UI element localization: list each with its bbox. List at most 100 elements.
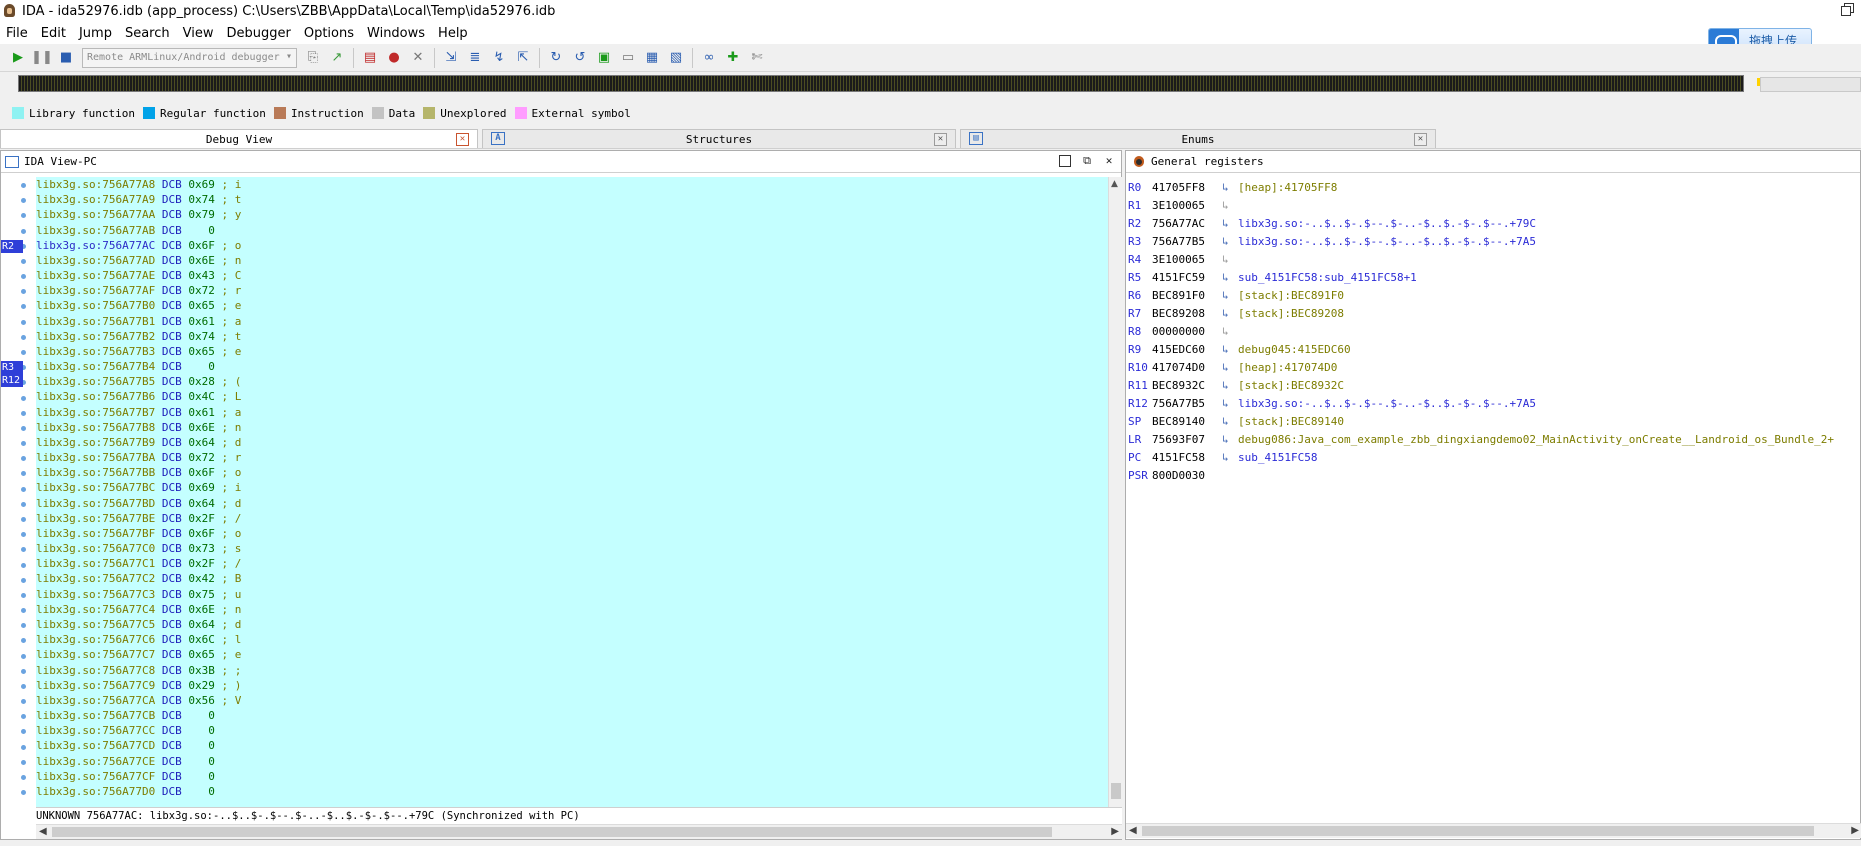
register-value[interactable]: 4151FC58 bbox=[1152, 451, 1222, 464]
pause-icon[interactable]: ❚❚ bbox=[31, 48, 53, 68]
close-icon[interactable]: ✕ bbox=[1414, 133, 1427, 146]
register-value[interactable]: 4151FC59 bbox=[1152, 271, 1222, 284]
asm-line[interactable]: libx3g.so:756A77C4 DCB 0x6E ; n bbox=[36, 602, 241, 617]
jump-arrow-icon[interactable]: ↳ bbox=[1222, 361, 1238, 374]
tab-structures[interactable]: A Structures ✕ bbox=[482, 129, 956, 148]
asm-line[interactable]: libx3g.so:756A77CC DCB 0 bbox=[36, 723, 241, 738]
register-row-psr[interactable]: PSR 800D0030 bbox=[1128, 466, 1834, 484]
jump-arrow-icon[interactable]: ↳ bbox=[1222, 271, 1238, 284]
register-value[interactable]: 800D0030 bbox=[1152, 469, 1222, 482]
asm-line[interactable]: libx3g.so:756A77AB DCB 0 bbox=[36, 223, 241, 238]
asm-line[interactable]: libx3g.so:756A77AD DCB 0x6E ; n bbox=[36, 253, 241, 268]
jump-arrow-icon[interactable]: ↳ bbox=[1222, 217, 1238, 230]
jump-arrow-icon[interactable]: ↳ bbox=[1222, 235, 1238, 248]
register-row-sp[interactable]: SP BEC89140 ↳ [stack]:BEC89140 bbox=[1128, 412, 1834, 430]
register-row-r8[interactable]: R8 00000000 ↳ bbox=[1128, 322, 1834, 340]
asm-line[interactable]: libx3g.so:756A77B5 DCB 0x28 ; ( bbox=[36, 374, 241, 389]
register-row-r0[interactable]: R0 41705FF8 ↳ [heap]:41705FF8 bbox=[1128, 178, 1834, 196]
jump-arrow-icon[interactable]: ↳ bbox=[1222, 415, 1238, 428]
jump-arrow-icon[interactable]: ↳ bbox=[1222, 433, 1238, 446]
jump-arrow-icon[interactable]: ↳ bbox=[1222, 325, 1238, 338]
asm-line[interactable]: libx3g.so:756A77C1 DCB 0x2F ; / bbox=[36, 556, 241, 571]
asm-line[interactable]: libx3g.so:756A77B4 DCB 0 bbox=[36, 359, 241, 374]
asm-line[interactable]: libx3g.so:756A77C7 DCB 0x65 ; e bbox=[36, 647, 241, 662]
register-row-r9[interactable]: R9 415EDC60 ↳ debug045:415EDC60 bbox=[1128, 340, 1834, 358]
asm-line[interactable]: libx3g.so:756A77AE DCB 0x43 ; C bbox=[36, 268, 241, 283]
tab-debug-view[interactable]: Debug View ✕ bbox=[0, 129, 478, 148]
jump-arrow-icon[interactable]: ↳ bbox=[1222, 451, 1238, 464]
horizontal-scrollbar[interactable]: ◀ ▶ bbox=[1126, 823, 1861, 838]
register-value[interactable]: BEC891F0 bbox=[1152, 289, 1222, 302]
asm-line[interactable]: libx3g.so:756A77A9 DCB 0x74 ; t bbox=[36, 192, 241, 207]
asm-line[interactable]: libx3g.so:756A77B8 DCB 0x6E ; n bbox=[36, 420, 241, 435]
register-row-r12[interactable]: R12 756A77B5 ↳ libx3g.so:-..$..$-.$--.$-..-… bbox=[1128, 394, 1834, 412]
vertical-scrollbar[interactable]: ▲ bbox=[1108, 177, 1122, 807]
register-value[interactable]: 00000000 bbox=[1152, 325, 1222, 338]
scroll-left-icon[interactable]: ◀ bbox=[1129, 825, 1137, 836]
asm-line[interactable]: libx3g.so:756A77CE DCB 0 bbox=[36, 754, 241, 769]
trace-icon[interactable]: ↻ bbox=[546, 48, 566, 68]
maximize-panel-button[interactable] bbox=[1059, 155, 1071, 167]
watch-icon[interactable]: ▣ bbox=[594, 48, 614, 68]
asm-line[interactable]: libx3g.so:756A77C0 DCB 0x73 ; s bbox=[36, 541, 241, 556]
asm-line[interactable]: libx3g.so:756A77B0 DCB 0x65 ; e bbox=[36, 298, 241, 313]
register-row-r2[interactable]: R2 756A77AC ↳ libx3g.so:-..$..$-.$--.$-..-$… bbox=[1128, 214, 1834, 232]
step-into-icon[interactable]: ⇲ bbox=[441, 48, 461, 68]
jump-arrow-icon[interactable]: ↳ bbox=[1222, 343, 1238, 356]
asm-line[interactable]: libx3g.so:756A77B2 DCB 0x74 ; t bbox=[36, 329, 241, 344]
register-value[interactable]: 41705FF8 bbox=[1152, 181, 1222, 194]
register-row-r1[interactable]: R1 3E100065 ↳ bbox=[1128, 196, 1834, 214]
menu-debugger[interactable]: Debugger bbox=[226, 26, 290, 41]
jump-arrow-icon[interactable]: ↳ bbox=[1222, 253, 1238, 266]
locals-icon[interactable]: ▭ bbox=[618, 48, 638, 68]
register-value[interactable]: BEC89208 bbox=[1152, 307, 1222, 320]
asm-line[interactable]: libx3g.so:756A77B3 DCB 0x65 ; e bbox=[36, 344, 241, 359]
register-row-r6[interactable]: R6 BEC891F0 ↳ [stack]:BEC891F0 bbox=[1128, 286, 1834, 304]
asm-line[interactable]: libx3g.so:756A77BA DCB 0x72 ; r bbox=[36, 450, 241, 465]
asm-line[interactable]: libx3g.so:756A77BF DCB 0x6F ; o bbox=[36, 526, 241, 541]
asm-line[interactable]: libx3g.so:756A77B9 DCB 0x64 ; d bbox=[36, 435, 241, 450]
close-icon[interactable]: ✕ bbox=[456, 133, 469, 146]
asm-line[interactable]: libx3g.so:756A77AC DCB 0x6F ; o bbox=[36, 238, 241, 253]
asm-line[interactable]: libx3g.so:756A77AA DCB 0x79 ; y bbox=[36, 207, 241, 222]
register-row-r10[interactable]: R10 417074D0 ↳ [heap]:417074D0 bbox=[1128, 358, 1834, 376]
play-icon[interactable]: ▶ bbox=[8, 48, 28, 68]
menu-file[interactable]: File bbox=[6, 26, 28, 41]
scroll-up-icon[interactable]: ▲ bbox=[1111, 179, 1118, 189]
asm-line[interactable]: libx3g.so:756A77C9 DCB 0x29 ; ) bbox=[36, 678, 241, 693]
jump-arrow-icon[interactable]: ↳ bbox=[1222, 379, 1238, 392]
register-value[interactable]: 756A77AC bbox=[1152, 217, 1222, 230]
add-breakpoint-icon[interactable]: ● bbox=[384, 48, 404, 68]
horizontal-scrollbar[interactable]: ◀ ▶ bbox=[36, 824, 1122, 839]
step-over-icon[interactable]: ≣ bbox=[465, 48, 485, 68]
register-row-r7[interactable]: R7 BEC89208 ↳ [stack]:BEC89208 bbox=[1128, 304, 1834, 322]
disassembly-listing[interactable]: libx3g.so:756A77A8 DCB 0x69 ; i libx3g.so… bbox=[36, 177, 1118, 807]
clear-trace-icon[interactable]: ✄ bbox=[747, 48, 767, 68]
add-trace-icon[interactable]: ▧ bbox=[666, 48, 686, 68]
restore-panel-button[interactable]: ⧉ bbox=[1081, 155, 1093, 167]
menu-jump[interactable]: Jump bbox=[79, 26, 112, 41]
scroll-thumb[interactable] bbox=[1142, 826, 1814, 836]
register-row-r3[interactable]: R3 756A77B5 ↳ libx3g.so:-..$..$-.$--.$-..-$… bbox=[1128, 232, 1834, 250]
function-trace-icon[interactable]: ↺ bbox=[570, 48, 590, 68]
scroll-thumb[interactable] bbox=[1111, 783, 1121, 799]
close-panel-button[interactable]: ✕ bbox=[1103, 155, 1115, 167]
register-row-r4[interactable]: R4 3E100065 ↳ bbox=[1128, 250, 1834, 268]
register-value[interactable]: BEC8932C bbox=[1152, 379, 1222, 392]
asm-line[interactable]: libx3g.so:756A77B1 DCB 0x61 ; a bbox=[36, 314, 241, 329]
menu-help[interactable]: Help bbox=[438, 26, 468, 41]
tab-enums[interactable]: ▤ Enums ✕ bbox=[960, 129, 1436, 148]
attach-icon[interactable]: ⎘ bbox=[303, 48, 323, 68]
register-value[interactable]: 75693F07 bbox=[1152, 433, 1222, 446]
jump-arrow-icon[interactable]: ↳ bbox=[1222, 307, 1238, 320]
asm-line[interactable]: libx3g.so:756A77CD DCB 0 bbox=[36, 738, 241, 753]
menu-windows[interactable]: Windows bbox=[367, 26, 425, 41]
asm-line[interactable]: libx3g.so:756A77C3 DCB 0x75 ; u bbox=[36, 587, 241, 602]
breakpoint-icon[interactable]: ▤ bbox=[360, 48, 380, 68]
asm-line[interactable]: libx3g.so:756A77C8 DCB 0x3B ; ; bbox=[36, 663, 241, 678]
jump-arrow-icon[interactable]: ↳ bbox=[1222, 289, 1238, 302]
tracing-icon[interactable]: ▦ bbox=[642, 48, 662, 68]
scroll-left-icon[interactable]: ◀ bbox=[39, 826, 47, 837]
asm-line[interactable]: libx3g.so:756A77AF DCB 0x72 ; r bbox=[36, 283, 241, 298]
scroll-right-icon[interactable]: ▶ bbox=[1111, 826, 1119, 837]
